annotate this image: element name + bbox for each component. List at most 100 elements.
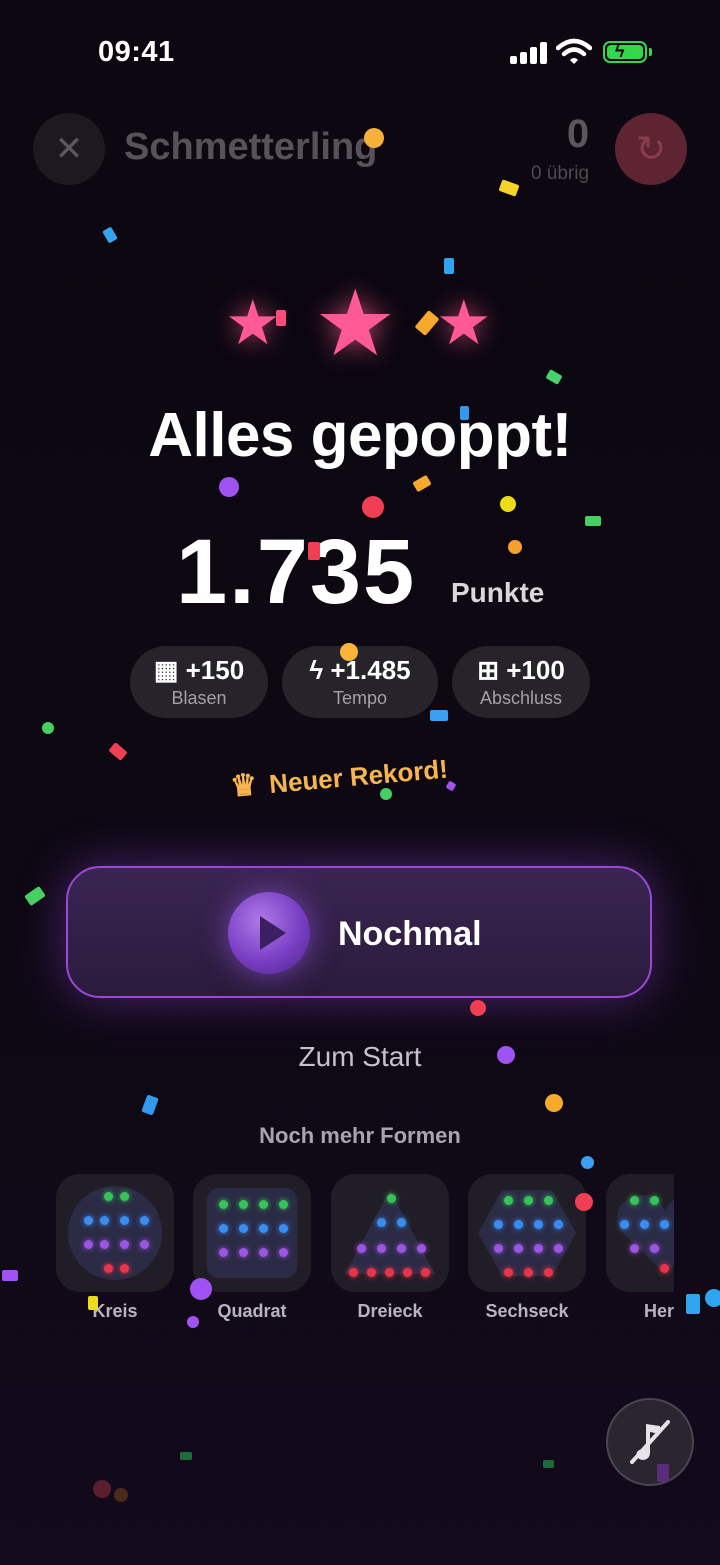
bubble-dot [104, 1192, 113, 1201]
bubble-dot [660, 1220, 669, 1229]
restart-icon: ↻ [635, 128, 667, 169]
battery-charging-icon: ϟ [603, 41, 652, 63]
confetti-piece [362, 496, 384, 518]
bubble-dot [524, 1268, 533, 1277]
bubble-dot [120, 1216, 129, 1225]
confetti-piece [141, 1094, 159, 1116]
confetti-piece [187, 1316, 199, 1328]
shape-label: Her [643, 1301, 674, 1321]
bubble-dot [417, 1244, 426, 1253]
bubble-dot [504, 1196, 513, 1205]
confetti-piece [102, 226, 118, 244]
bubble-dot [259, 1200, 268, 1209]
bubble-dot [100, 1240, 109, 1249]
confetti-piece [445, 780, 457, 792]
breakdown-value: +1.485 [330, 655, 411, 685]
confetti-piece [545, 1094, 563, 1112]
confetti-piece [585, 516, 601, 526]
confetti-piece [380, 788, 392, 800]
bubble-dot [104, 1264, 113, 1273]
confetti-piece [24, 885, 46, 907]
bubble-dot [259, 1224, 268, 1233]
mute-button[interactable] [606, 1398, 694, 1486]
star-icon-3: ★ [436, 289, 492, 358]
confetti-piece [543, 1460, 554, 1468]
shape-card-heart[interactable] [606, 1174, 674, 1292]
restart-button[interactable]: ↻ [615, 113, 687, 185]
bubble-dot [534, 1244, 543, 1253]
bubble-dot [534, 1220, 543, 1229]
bubble-dot [349, 1268, 358, 1277]
bubble-dot [650, 1244, 659, 1253]
confetti-piece [497, 1046, 515, 1064]
bubble-dot [219, 1248, 228, 1257]
bubble-dot [397, 1218, 406, 1227]
shape-card-triangle[interactable] [331, 1174, 449, 1292]
close-button[interactable]: ✕ [33, 113, 105, 185]
bubble-dot [120, 1192, 129, 1201]
close-icon: ✕ [54, 130, 84, 168]
bubble-dot [421, 1268, 430, 1277]
confetti-piece [470, 1000, 486, 1016]
bubble-dot [377, 1244, 386, 1253]
shape-card-hexagon[interactable] [468, 1174, 586, 1292]
bubble-dot [259, 1248, 268, 1257]
bubble-dot [84, 1240, 93, 1249]
shape-card-square[interactable] [193, 1174, 311, 1292]
bubble-dot [660, 1264, 669, 1273]
lightning-icon: ϟ [309, 655, 331, 685]
confetti-piece [686, 1294, 700, 1314]
bubble-dot [514, 1220, 523, 1229]
play-again-button[interactable]: Nochmal [66, 866, 652, 998]
shape-card-circle[interactable] [56, 1174, 174, 1292]
header-score: 0 [566, 112, 590, 156]
confetti-piece [2, 1270, 18, 1281]
bubble-dot [640, 1220, 649, 1229]
confetti-piece [276, 310, 286, 326]
shape-label: Dreieck [357, 1301, 423, 1321]
confetti-piece [93, 1480, 111, 1498]
cellular-signal-icon [510, 42, 550, 64]
shape-label: Quadrat [217, 1301, 287, 1321]
bubble-dot [140, 1240, 149, 1249]
confetti-piece [705, 1289, 720, 1307]
confetti-piece [364, 128, 384, 148]
sound-off-icon [630, 1420, 670, 1464]
bubble-dot [219, 1224, 228, 1233]
bubble-dot [554, 1244, 563, 1253]
confetti-piece [114, 1488, 128, 1502]
breakdown-label: Abschluss [479, 688, 563, 708]
confetti-piece [108, 742, 128, 761]
status-time: 09:41 [98, 36, 175, 68]
bubble-dot [387, 1194, 396, 1203]
confetti-piece [460, 406, 469, 420]
bubble-dot [544, 1196, 553, 1205]
bubble-dot [504, 1268, 513, 1277]
bubble-dot [524, 1196, 533, 1205]
bubble-dot [630, 1196, 639, 1205]
confetti-piece [575, 1193, 593, 1211]
breakdown-completion: ⊞ +100 Abschluss [452, 646, 590, 718]
bubble-dot [514, 1244, 523, 1253]
breakdown-value: +150 [185, 655, 245, 685]
bubble-dot [219, 1200, 228, 1209]
confetti-piece [444, 258, 454, 274]
bubble-dot [357, 1244, 366, 1253]
confetti-piece [190, 1278, 212, 1300]
shape-label: Kreis [92, 1301, 138, 1321]
bubble-dot [140, 1216, 149, 1225]
wifi-icon [555, 38, 593, 66]
gift-icon: ⊞ [477, 655, 507, 685]
crown-icon: ♛ [228, 768, 259, 804]
bubble-dot [377, 1218, 386, 1227]
confetti-piece [308, 542, 320, 560]
bubble-dot [367, 1268, 376, 1277]
bubble-dot [120, 1264, 129, 1273]
confetti-piece [500, 496, 516, 512]
bubble-dot [120, 1240, 129, 1249]
grid-icon: ▦ [153, 655, 186, 685]
bubble-dot [279, 1200, 288, 1209]
home-link[interactable]: Zum Start [0, 1041, 720, 1073]
confetti-piece [430, 710, 448, 721]
bubble-dot [100, 1216, 109, 1225]
